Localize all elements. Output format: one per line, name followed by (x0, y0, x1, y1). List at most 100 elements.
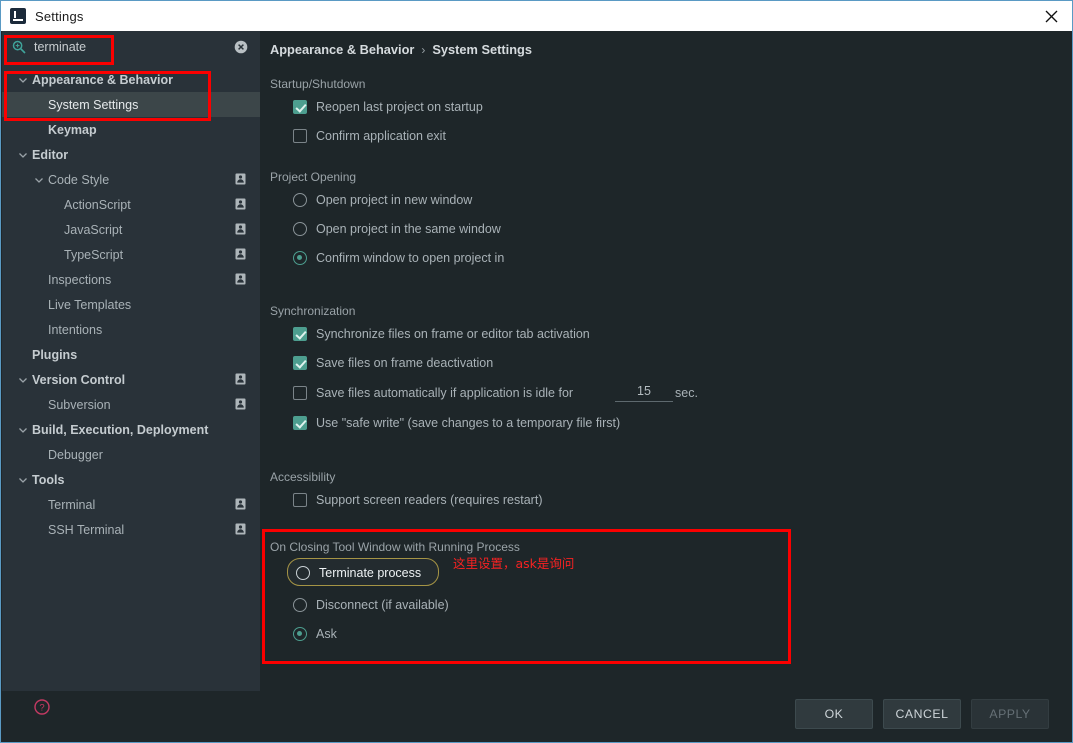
chevron-down-icon[interactable] (18, 75, 28, 85)
search-bar[interactable] (2, 31, 260, 62)
sidebar-item-label: System Settings (48, 97, 139, 112)
sidebar-item-label: Debugger (48, 447, 103, 462)
sidebar-item-label: Appearance & Behavior (32, 72, 174, 87)
project-scope-icon (235, 498, 246, 510)
sidebar-item-label: Code Style (48, 172, 110, 187)
sidebar-item-typescript[interactable]: TypeScript (2, 242, 260, 267)
breadcrumb-root[interactable]: Appearance & Behavior (270, 42, 414, 57)
breadcrumb-separator-icon: › (421, 42, 426, 57)
label-reopen-last-project: Reopen last project on startup (316, 100, 483, 114)
help-question-icon[interactable]: ? (34, 699, 50, 715)
sidebar-item-subversion[interactable]: Subversion (2, 392, 260, 417)
search-input[interactable] (34, 39, 204, 54)
project-scope-icon (235, 373, 246, 385)
label-synchronize-files: Synchronize files on frame or editor tab… (316, 327, 590, 341)
window-title: Settings (35, 8, 84, 24)
checkbox-row-use-safe-write[interactable]: Use "safe write" (save changes to a temp… (293, 416, 620, 430)
sidebar-item-label: Subversion (48, 397, 111, 412)
sidebar-item-terminal[interactable]: Terminal (2, 492, 260, 517)
idle-seconds-input[interactable] (615, 384, 673, 402)
chevron-down-icon[interactable] (18, 375, 28, 385)
radio-open-project-same-window[interactable] (293, 222, 307, 236)
sidebar-item-keymap[interactable]: Keymap (2, 117, 260, 142)
checkbox-row-support-screen-readers[interactable]: Support screen readers (requires restart… (293, 493, 542, 507)
chevron-down-icon[interactable] (18, 425, 28, 435)
sidebar-item-tools[interactable]: Tools (2, 467, 260, 492)
chevron-down-icon[interactable] (34, 175, 44, 185)
radio-row-confirm-window-to-open[interactable]: Confirm window to open project in (293, 251, 504, 265)
radio-row-disconnect-if-available[interactable]: Disconnect (if available) (293, 598, 449, 612)
sidebar-item-editor[interactable]: Editor (2, 142, 260, 167)
group-title-accessibility: Accessibility (270, 470, 336, 484)
radio-ask[interactable] (293, 627, 307, 641)
project-scope-icon (235, 398, 246, 410)
cancel-button[interactable]: CANCEL (883, 699, 961, 729)
label-disconnect-if-available: Disconnect (if available) (316, 598, 449, 612)
sidebar-item-label: ActionScript (64, 197, 131, 212)
checkbox-row-confirm-application-exit[interactable]: Confirm application exit (293, 129, 446, 143)
intellij-idea-icon (10, 8, 26, 24)
project-scope-icon (235, 198, 246, 210)
search-icon (12, 40, 26, 54)
project-scope-icon (235, 173, 246, 185)
radio-row-open-project-same-window[interactable]: Open project in the same window (293, 222, 501, 236)
close-button[interactable] (1028, 1, 1072, 31)
settings-main-panel: Appearance & Behavior › System Settings … (260, 31, 1071, 693)
settings-tree: Appearance & Behavior System Settings Keym… (2, 67, 260, 693)
sidebar-item-live-templates[interactable]: Live Templates (2, 292, 260, 317)
radio-disconnect-if-available[interactable] (293, 598, 307, 612)
checkbox-synchronize-files[interactable] (293, 327, 307, 341)
label-use-safe-write: Use "safe write" (save changes to a temp… (316, 416, 621, 430)
radio-row-terminate-process[interactable]: Terminate process (296, 566, 421, 580)
sidebar-item-actionscript[interactable]: ActionScript (2, 192, 260, 217)
label-support-screen-readers: Support screen readers (requires restart… (316, 493, 543, 507)
checkbox-save-files-frame-deactivation[interactable] (293, 356, 307, 370)
radio-row-ask[interactable]: Ask (293, 627, 337, 641)
sidebar-item-label: Intentions (48, 322, 103, 337)
checkbox-confirm-application-exit[interactable] (293, 129, 307, 143)
checkbox-row-reopen-last-project[interactable]: Reopen last project on startup (293, 100, 483, 114)
ok-button[interactable]: OK (795, 699, 873, 729)
project-scope-icon (235, 523, 246, 535)
sidebar-item-intentions[interactable]: Intentions (2, 317, 260, 342)
sidebar-item-version-control[interactable]: Version Control (2, 367, 260, 392)
label-ask: Ask (316, 627, 337, 641)
chevron-down-icon[interactable] (18, 475, 28, 485)
group-title-on-closing-tool-window: On Closing Tool Window with Running Proc… (270, 540, 520, 554)
sidebar-item-system-settings[interactable]: System Settings (2, 92, 260, 117)
sidebar-item-javascript[interactable]: JavaScript (2, 217, 260, 242)
checkbox-row-save-files-frame-deactivation[interactable]: Save files on frame deactivation (293, 356, 493, 370)
clear-circle-icon[interactable] (234, 40, 248, 54)
sidebar-item-appearance-behavior[interactable]: Appearance & Behavior (2, 67, 260, 92)
radio-confirm-window-to-open[interactable] (293, 251, 307, 265)
checkbox-reopen-last-project[interactable] (293, 100, 307, 114)
sidebar-item-code-style[interactable]: Code Style (2, 167, 260, 192)
sidebar-item-ssh-terminal[interactable]: SSH Terminal (2, 517, 260, 542)
title-bar: Settings (1, 1, 1072, 31)
radio-row-open-project-new-window[interactable]: Open project in new window (293, 193, 472, 207)
checkbox-row-save-files-automatically[interactable]: Save files automatically if application … (293, 386, 573, 400)
sidebar-item-debugger[interactable]: Debugger (2, 442, 260, 467)
sidebar-item-label: Tools (32, 472, 65, 487)
breadcrumb: Appearance & Behavior › System Settings (270, 42, 532, 57)
radio-terminate-process[interactable] (296, 566, 310, 580)
label-save-files-automatically: Save files automatically if application … (316, 386, 574, 400)
sidebar-item-build-execution-deployment[interactable]: Build, Execution, Deployment (2, 417, 260, 442)
sidebar-item-inspections[interactable]: Inspections (2, 267, 260, 292)
project-scope-icon (235, 223, 246, 235)
radio-open-project-new-window[interactable] (293, 193, 307, 207)
checkbox-use-safe-write[interactable] (293, 416, 307, 430)
settings-content: Startup/Shutdown Reopen last project on … (260, 69, 1071, 693)
sidebar-item-label: Editor (32, 147, 69, 162)
checkbox-save-files-automatically[interactable] (293, 386, 307, 400)
label-open-project-same-window: Open project in the same window (316, 222, 501, 236)
sidebar-item-plugins[interactable]: Plugins (2, 342, 260, 367)
label-confirm-window-to-open: Confirm window to open project in (316, 251, 505, 265)
group-title-synchronization: Synchronization (270, 304, 356, 318)
chevron-down-icon[interactable] (18, 150, 28, 160)
checkbox-support-screen-readers[interactable] (293, 493, 307, 507)
checkbox-row-synchronize-files[interactable]: Synchronize files on frame or editor tab… (293, 327, 590, 341)
sidebar-item-label: SSH Terminal (48, 522, 125, 537)
settings-dialog: Settings Appearance & BehaviorSystem (0, 0, 1073, 743)
dialog-footer: ? OK CANCEL APPLY (2, 691, 1071, 741)
